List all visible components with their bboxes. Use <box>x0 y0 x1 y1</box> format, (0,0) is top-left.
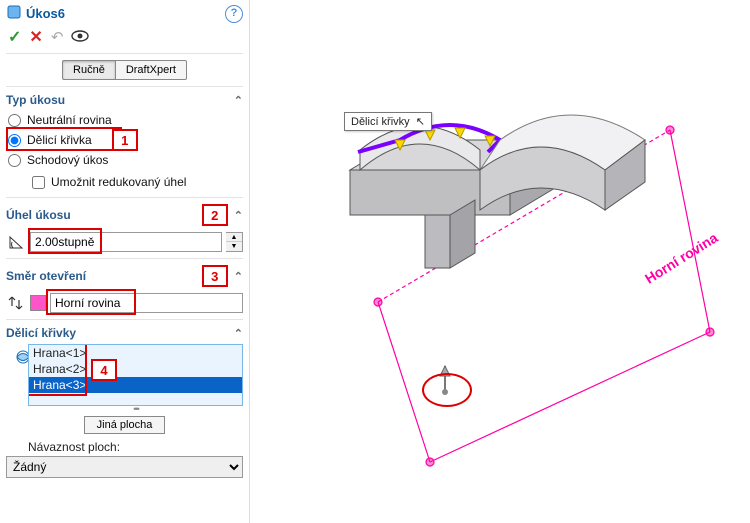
section-title-direction: Směr otevření <box>6 269 86 283</box>
chevron-up-icon[interactable]: ⌃ <box>234 94 243 107</box>
feature-title: Úkos6 <box>26 6 65 21</box>
angle-input[interactable] <box>30 232 222 252</box>
direction-input[interactable] <box>50 293 243 313</box>
section-title-parting: Dělicí křivky <box>6 326 76 340</box>
help-icon[interactable]: ? <box>225 5 243 23</box>
angle-spin-down[interactable]: ▼ <box>226 242 242 251</box>
continuity-label: Návaznost ploch: <box>6 438 243 456</box>
property-panel: Úkos6 ? ✓ ✕ ↶ Ručně DraftXpert Typ úkosu… <box>0 0 250 523</box>
annotation-circle <box>422 373 472 407</box>
list-item[interactable]: Hrana<2> <box>29 361 242 377</box>
tab-draftxpert[interactable]: DraftXpert <box>115 60 187 80</box>
list-item[interactable]: Hrana<3> <box>29 377 242 393</box>
ok-button[interactable]: ✓ <box>8 27 21 47</box>
undo-icon[interactable]: ↶ <box>51 28 64 46</box>
list-resize-handle[interactable]: • • • <box>28 406 243 412</box>
cancel-button[interactable]: ✕ <box>29 27 42 47</box>
direction-swatch <box>30 295 46 311</box>
continuity-select[interactable]: Žádný <box>6 456 243 478</box>
list-item[interactable]: Hrana<1> <box>29 345 242 361</box>
other-face-button[interactable]: Jiná plocha <box>84 416 166 434</box>
tab-manual[interactable]: Ručně <box>62 60 115 80</box>
parting-edges-list[interactable]: Hrana<1> Hrana<2> Hrana<3> 4 <box>28 344 243 406</box>
viewport-tooltip: Dělicí křivky ↖ <box>344 112 432 131</box>
chevron-up-icon[interactable]: ⌃ <box>234 270 243 283</box>
angle-spin-up[interactable]: ▲ <box>226 233 242 242</box>
checkbox-reduced-angle[interactable]: Umožnit redukovaný úhel <box>30 173 243 191</box>
section-title-type: Typ úkosu <box>6 93 65 107</box>
feature-icon <box>6 4 22 23</box>
reverse-direction-icon[interactable] <box>6 293 26 313</box>
radio-parting-line[interactable]: Dělicí křivka <box>6 131 94 149</box>
radio-step-draft[interactable]: Schodový úkos <box>6 151 243 169</box>
section-title-angle: Úhel úkosu <box>6 208 71 222</box>
angle-icon <box>6 232 26 252</box>
chevron-up-icon[interactable]: ⌃ <box>234 209 243 222</box>
preview-icon[interactable] <box>71 29 89 45</box>
radio-neutral-plane[interactable]: Neutrální rovina <box>6 111 243 129</box>
chevron-up-icon[interactable]: ⌃ <box>234 327 243 340</box>
graphics-viewport[interactable]: Dělicí křivky ↖ Horní rovina <box>250 0 750 523</box>
